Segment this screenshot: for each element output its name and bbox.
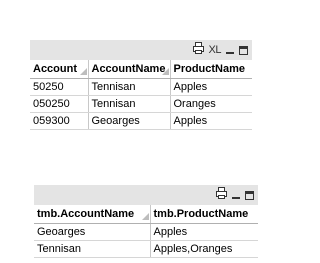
column-header-tmb-accountname[interactable]: tmb.AccountName	[34, 205, 151, 224]
cell-tmb-productname[interactable]: Apples,Oranges	[150, 240, 258, 258]
table-1: Account AccountName ProductName 50250 Te…	[30, 60, 252, 130]
column-header-tmb-productname[interactable]: tmb.ProductName	[150, 205, 258, 224]
table-2: tmb.AccountName tmb.ProductName Geoarges…	[34, 205, 258, 258]
cell-accountname[interactable]: Tennisan	[88, 95, 171, 113]
table-box-1-caption: XL	[30, 40, 252, 60]
sort-indicator-icon	[79, 68, 87, 75]
cell-account[interactable]: 059300	[30, 112, 89, 130]
cell-tmb-productname[interactable]: Apples	[150, 223, 258, 241]
cell-productname[interactable]: Apples	[170, 78, 252, 96]
caption-icons	[216, 186, 254, 204]
cell-productname[interactable]: Apples	[170, 112, 252, 130]
table-box-2-caption	[34, 185, 258, 205]
cell-tmb-accountname[interactable]: Tennisan	[34, 240, 151, 258]
table-box-2: tmb.AccountName tmb.ProductName Geoarges…	[34, 185, 258, 258]
sort-indicator-icon	[141, 213, 149, 220]
minimize-icon[interactable]	[226, 45, 234, 55]
maximize-icon[interactable]	[245, 190, 254, 200]
table-1-header-row: Account AccountName ProductName	[30, 60, 252, 79]
cell-accountname[interactable]: Geoarges	[88, 112, 171, 130]
cell-account[interactable]: 50250	[30, 78, 89, 96]
cell-accountname[interactable]: Tennisan	[88, 78, 171, 96]
cell-account[interactable]: 050250	[30, 95, 89, 113]
print-icon[interactable]	[216, 186, 227, 204]
table-row[interactable]: Tennisan Apples,Oranges	[34, 240, 258, 258]
table-row[interactable]: 059300 Geoarges Apples	[30, 112, 252, 130]
xl-icon[interactable]: XL	[209, 44, 222, 56]
caption-icons: XL	[192, 41, 248, 59]
column-header-productname[interactable]: ProductName	[170, 60, 252, 79]
cell-tmb-accountname[interactable]: Geoarges	[34, 223, 151, 241]
minimize-icon[interactable]	[232, 190, 240, 200]
table-2-header-row: tmb.AccountName tmb.ProductName	[34, 205, 258, 224]
sort-indicator-icon	[161, 68, 169, 75]
print-icon[interactable]	[192, 41, 204, 59]
cell-productname[interactable]: Oranges	[170, 95, 252, 113]
table-row[interactable]: 050250 Tennisan Oranges	[30, 95, 252, 113]
table-row[interactable]: Geoarges Apples	[34, 223, 258, 241]
column-header-accountname[interactable]: AccountName	[88, 60, 171, 79]
maximize-icon[interactable]	[239, 45, 248, 55]
table-row[interactable]: 50250 Tennisan Apples	[30, 78, 252, 96]
table-box-1: XL Account AccountName ProductName 50250…	[30, 40, 252, 130]
column-header-account[interactable]: Account	[30, 60, 89, 79]
